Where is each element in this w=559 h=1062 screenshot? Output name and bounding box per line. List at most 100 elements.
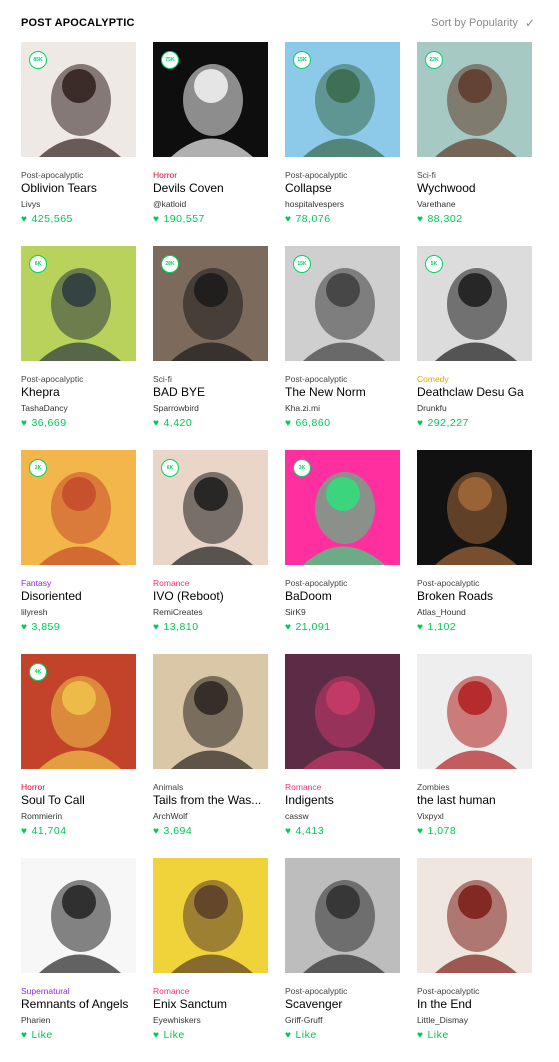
- series-card[interactable]: Supernatural Remnants of Angels Pharien …: [21, 858, 136, 1062]
- series-author[interactable]: SirK9: [285, 607, 306, 617]
- series-card[interactable]: 5K Comedy Deathclaw Desu Ga Drunkfu ♥ 29…: [417, 246, 532, 450]
- series-card[interactable]: 85K Post-apocalyptic Oblivion Tears Livy…: [21, 42, 136, 246]
- series-author[interactable]: @katloid: [153, 199, 186, 209]
- likes-count[interactable]: ♥ 13,810: [153, 621, 199, 633]
- likes-count[interactable]: ♥ Like: [153, 1029, 185, 1041]
- likes-value: 3,859: [31, 621, 61, 633]
- likes-count[interactable]: ♥ 1,078: [417, 825, 456, 837]
- series-title[interactable]: Khepra: [21, 385, 139, 399]
- likes-count[interactable]: ♥ Like: [417, 1029, 449, 1041]
- series-author[interactable]: Varethane: [417, 199, 456, 209]
- series-card[interactable]: Romance Indigents cassw ♥ 4,413: [285, 654, 400, 858]
- series-author[interactable]: Little_Dismay: [417, 1015, 468, 1025]
- series-card[interactable]: 6K Romance IVO (Reboot) RemiCreates ♥ 13…: [153, 450, 268, 654]
- likes-value: Like: [31, 1029, 53, 1041]
- series-thumbnail[interactable]: [21, 858, 136, 973]
- likes-value: 4,420: [163, 417, 193, 429]
- series-card[interactable]: 75K Horror Devils Coven @katloid ♥ 190,5…: [153, 42, 268, 246]
- series-author[interactable]: Sparrowbird: [153, 403, 199, 413]
- series-card[interactable]: 15K Post-apocalyptic The New Norm Kha.zi…: [285, 246, 400, 450]
- likes-count[interactable]: ♥ 88,302: [417, 213, 463, 225]
- series-author[interactable]: hospitalvespers: [285, 199, 344, 209]
- series-title[interactable]: Deathclaw Desu Ga: [417, 385, 535, 399]
- likes-count[interactable]: ♥ 78,076: [285, 213, 331, 225]
- series-card[interactable]: 28K Sci-fi BAD BYE Sparrowbird ♥ 4,420: [153, 246, 268, 450]
- series-title[interactable]: Wychwood: [417, 181, 535, 195]
- series-thumbnail[interactable]: [417, 858, 532, 973]
- likes-value: 21,091: [295, 621, 331, 633]
- series-title[interactable]: Tails from the Was...: [153, 793, 271, 807]
- likes-count[interactable]: ♥ 1,102: [417, 621, 456, 633]
- series-title[interactable]: IVO (Reboot): [153, 589, 271, 603]
- series-author[interactable]: TashaDancy: [21, 403, 68, 413]
- sort-dropdown[interactable]: Sort by Popularity ✓: [431, 16, 535, 30]
- series-author[interactable]: Pharien: [21, 1015, 50, 1025]
- series-thumbnail[interactable]: [417, 450, 532, 565]
- heart-icon: ♥: [285, 1029, 292, 1041]
- likes-count[interactable]: ♥ 3,694: [153, 825, 192, 837]
- likes-count[interactable]: ♥ 4,413: [285, 825, 324, 837]
- series-title[interactable]: Remnants of Angels: [21, 997, 139, 1011]
- series-card[interactable]: 6K Post-apocalyptic Khepra TashaDancy ♥ …: [21, 246, 136, 450]
- likes-count[interactable]: ♥ 66,860: [285, 417, 331, 429]
- series-title[interactable]: Disoriented: [21, 589, 139, 603]
- series-title[interactable]: Enix Sanctum: [153, 997, 271, 1011]
- series-thumbnail[interactable]: [153, 858, 268, 973]
- heart-icon: ♥: [417, 213, 424, 225]
- series-card[interactable]: Zombies the last human Vixpyxl ♥ 1,078: [417, 654, 532, 858]
- likes-count[interactable]: ♥ 3,859: [21, 621, 60, 633]
- likes-count[interactable]: ♥ 36,669: [21, 417, 67, 429]
- heart-icon: ♥: [21, 825, 28, 837]
- likes-count[interactable]: ♥ 292,227: [417, 417, 469, 429]
- series-genre: Horror: [153, 170, 178, 180]
- series-genre: Post-apocalyptic: [285, 986, 348, 996]
- series-title[interactable]: Indigents: [285, 793, 403, 807]
- series-title[interactable]: BAD BYE: [153, 385, 271, 399]
- likes-count[interactable]: ♥ Like: [285, 1029, 317, 1041]
- series-card[interactable]: 3K Post-apocalyptic BaDoom SirK9 ♥ 21,09…: [285, 450, 400, 654]
- series-title[interactable]: Scavenger: [285, 997, 403, 1011]
- series-card[interactable]: 4K Horror Soul To Call Rommierin ♥ 41,70…: [21, 654, 136, 858]
- series-thumbnail[interactable]: [285, 654, 400, 769]
- series-title[interactable]: Soul To Call: [21, 793, 139, 807]
- series-title[interactable]: Devils Coven: [153, 181, 271, 195]
- likes-count[interactable]: ♥ 41,704: [21, 825, 67, 837]
- series-card[interactable]: Post-apocalyptic Scavenger Griff-Gruff ♥…: [285, 858, 400, 1062]
- likes-count[interactable]: ♥ 4,420: [153, 417, 192, 429]
- series-card[interactable]: Romance Enix Sanctum Eyewhiskers ♥ Like: [153, 858, 268, 1062]
- series-author[interactable]: Atlas_Hound: [417, 607, 466, 617]
- series-card[interactable]: 22K Sci-fi Wychwood Varethane ♥ 88,302: [417, 42, 532, 246]
- likes-count[interactable]: ♥ 21,091: [285, 621, 331, 633]
- series-author[interactable]: Vixpyxl: [417, 811, 444, 821]
- likes-value: 292,227: [427, 417, 469, 429]
- series-card[interactable]: Post-apocalyptic In the End Little_Disma…: [417, 858, 532, 1062]
- series-title[interactable]: Collapse: [285, 181, 403, 195]
- series-thumbnail[interactable]: [417, 654, 532, 769]
- series-title[interactable]: the last human: [417, 793, 535, 807]
- series-author[interactable]: RemiCreates: [153, 607, 203, 617]
- likes-count[interactable]: ♥ Like: [21, 1029, 53, 1041]
- likes-count[interactable]: ♥ 190,557: [153, 213, 205, 225]
- series-thumbnail[interactable]: [153, 654, 268, 769]
- series-author[interactable]: lilyresh: [21, 607, 47, 617]
- series-title[interactable]: In the End: [417, 997, 535, 1011]
- series-author[interactable]: ArchWolf: [153, 811, 187, 821]
- series-title[interactable]: BaDoom: [285, 589, 403, 603]
- series-author[interactable]: Eyewhiskers: [153, 1015, 201, 1025]
- series-author[interactable]: Griff-Gruff: [285, 1015, 322, 1025]
- views-badge: 75K: [161, 51, 179, 69]
- series-author[interactable]: cassw: [285, 811, 309, 821]
- series-thumbnail[interactable]: [285, 858, 400, 973]
- series-author[interactable]: Drunkfu: [417, 403, 447, 413]
- series-card[interactable]: 2K Fantasy Disoriented lilyresh ♥ 3,859: [21, 450, 136, 654]
- series-title[interactable]: Broken Roads: [417, 589, 535, 603]
- series-card[interactable]: Animals Tails from the Was... ArchWolf ♥…: [153, 654, 268, 858]
- series-author[interactable]: Livys: [21, 199, 40, 209]
- likes-count[interactable]: ♥ 425,565: [21, 213, 73, 225]
- series-card[interactable]: Post-apocalyptic Broken Roads Atlas_Houn…: [417, 450, 532, 654]
- series-author[interactable]: Rommierin: [21, 811, 62, 821]
- series-title[interactable]: The New Norm: [285, 385, 403, 399]
- series-card[interactable]: 15K Post-apocalyptic Collapse hospitalve…: [285, 42, 400, 246]
- series-title[interactable]: Oblivion Tears: [21, 181, 139, 195]
- series-author[interactable]: Kha.zi.mi: [285, 403, 320, 413]
